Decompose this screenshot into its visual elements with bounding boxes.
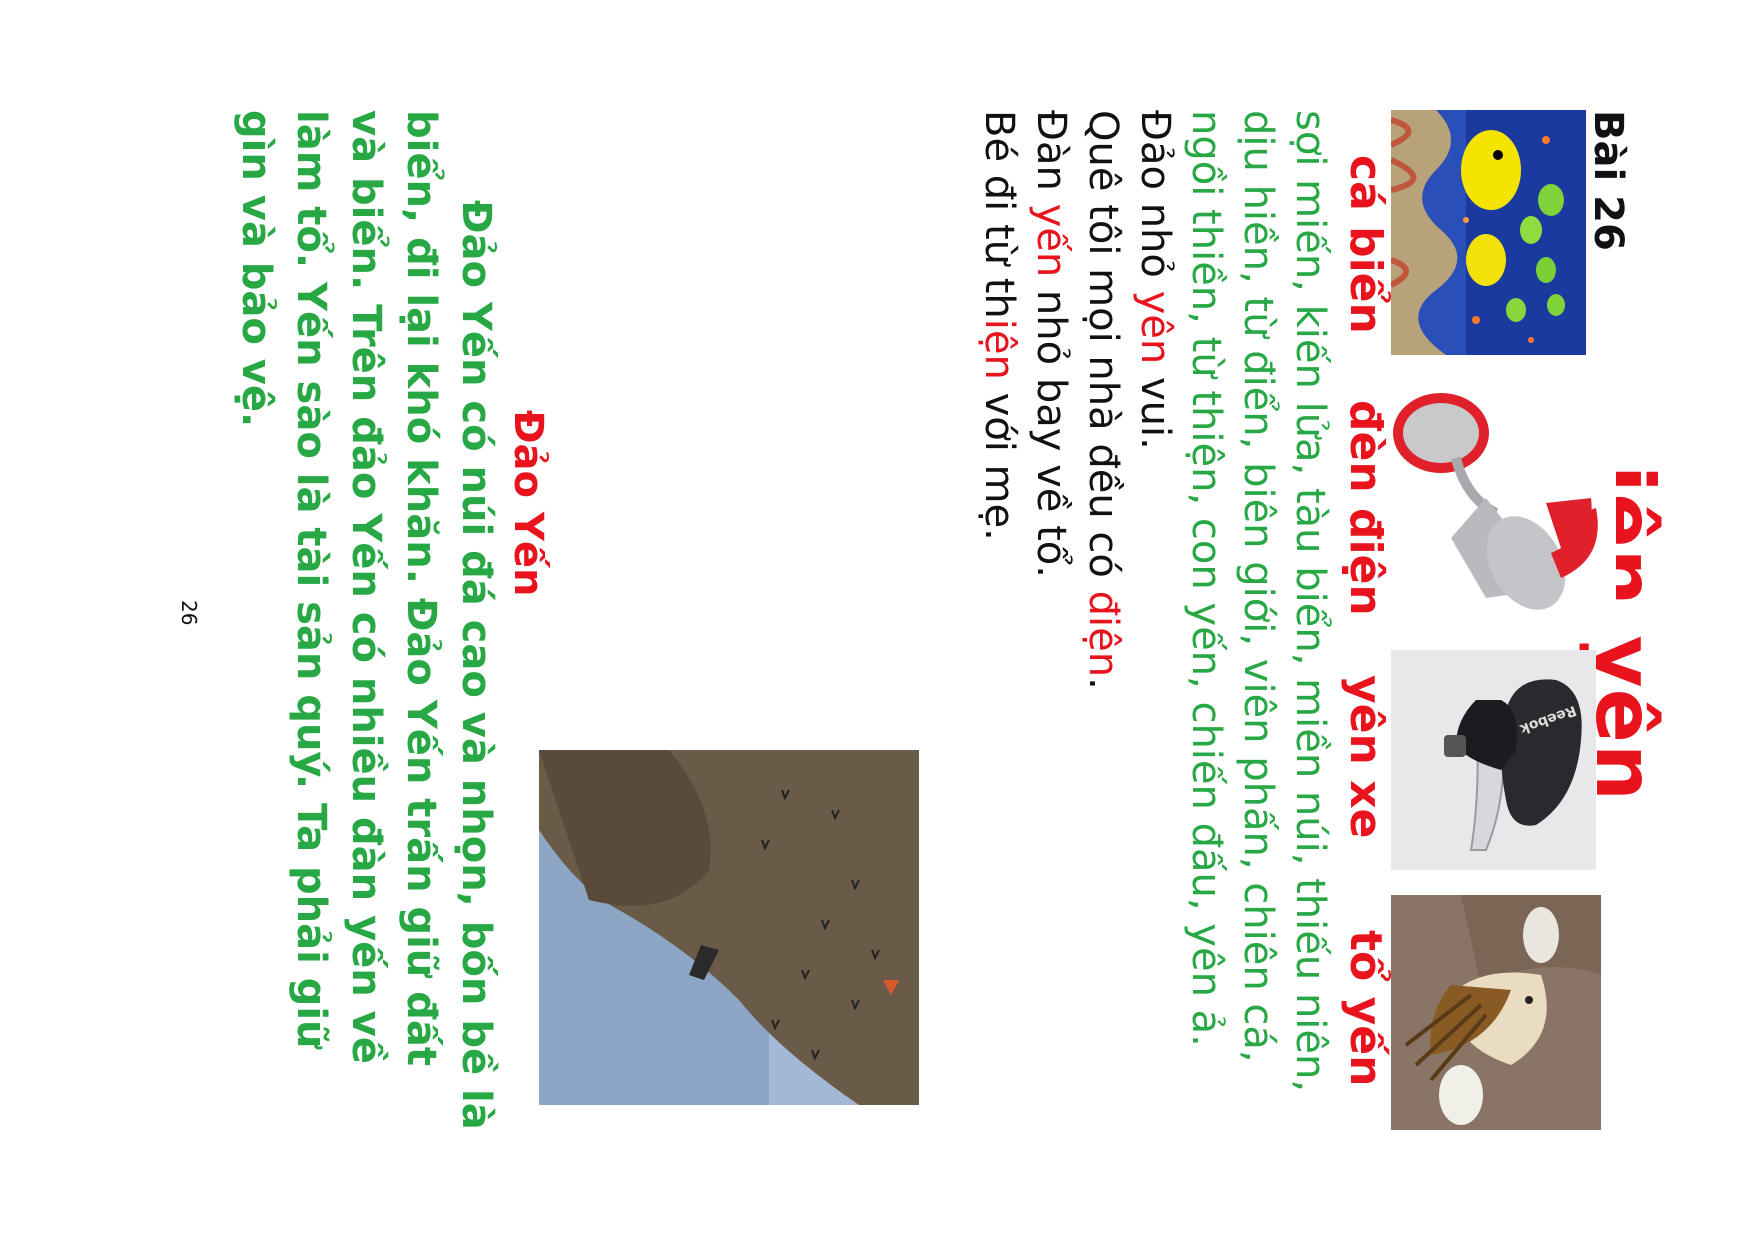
lamp-picture xyxy=(1391,388,1616,618)
poem-highlight: iện xyxy=(976,318,1022,380)
nest-picture xyxy=(1391,895,1601,1130)
poem-highlight: điện xyxy=(1080,590,1126,678)
poem-line: Quê tôi mọi nhà đều có điện. xyxy=(1077,110,1129,690)
poem-text: Quê tôi mọi nhà đều có xyxy=(1080,110,1126,591)
island-photo xyxy=(539,750,919,1105)
page: Bài 26 iên yên cá biển đèn điện Reebok y… xyxy=(0,0,1755,1241)
poem-line: Bé đi từ thiện với mẹ. xyxy=(973,110,1025,690)
poem-text: Đàn xyxy=(1028,110,1074,204)
poem-line: Đảo nhỏ yên vui. xyxy=(1129,110,1181,690)
story-text: Đảo Yến có núi đá cao và nhọn, bốn bề là… xyxy=(233,110,499,1130)
poem-highlight: yến xyxy=(1028,203,1074,278)
story-title: Đảo Yến xyxy=(505,410,551,597)
poem-text: nhỏ bay về tổ. xyxy=(1028,277,1074,578)
page-content-rotated: Bài 26 iên yên cá biển đèn điện Reebok y… xyxy=(111,110,1671,1130)
poem-text: . xyxy=(1080,677,1126,690)
poem-line: Đàn yến nhỏ bay về tổ. xyxy=(1025,110,1077,690)
lesson-title: Bài 26 xyxy=(1585,110,1631,251)
picture-caption: cá biển xyxy=(1340,155,1391,334)
saddle-picture: Reebok xyxy=(1391,650,1596,870)
tropical-fish-icon xyxy=(1391,110,1586,355)
vocabulary-text: sợi miến, kiến lửa, tàu biển, miền núi, … xyxy=(1183,110,1333,1093)
poem-text: với mẹ. xyxy=(976,379,1022,541)
picture-caption: yên xe xyxy=(1340,675,1391,839)
fish-picture xyxy=(1391,110,1586,355)
poem: Đảo nhỏ yên vui. Quê tôi mọi nhà đều có … xyxy=(973,110,1181,690)
desk-lamp-icon xyxy=(1391,388,1616,618)
poem-highlight: yên xyxy=(1132,290,1178,365)
bicycle-saddle-icon xyxy=(1391,650,1596,870)
swiftlet-nest-icon xyxy=(1391,895,1601,1130)
poem-text: Đảo nhỏ xyxy=(1132,110,1178,291)
picture-caption: tổ yến xyxy=(1340,930,1391,1087)
swiftlet-island-icon xyxy=(539,750,919,1105)
page-number: 26 xyxy=(177,600,201,626)
picture-caption: đèn điện xyxy=(1340,400,1391,616)
poem-text: vui. xyxy=(1132,364,1178,450)
poem-text: Bé đi từ th xyxy=(976,110,1022,319)
